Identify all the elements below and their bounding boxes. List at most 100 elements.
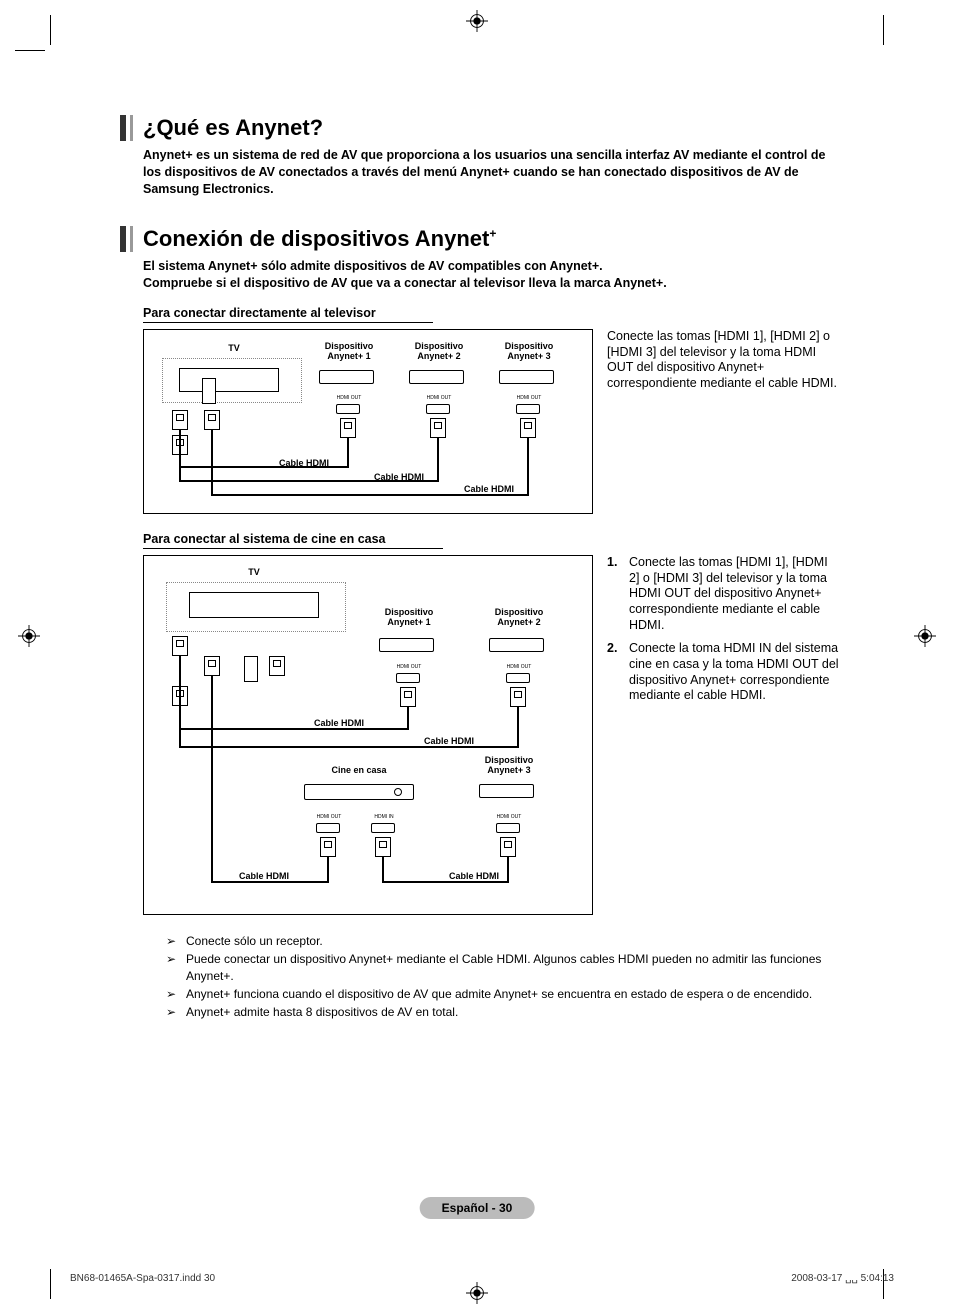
cable-line bbox=[347, 438, 349, 466]
cable-line bbox=[382, 881, 509, 883]
label-cable: Cable HDMI bbox=[374, 472, 424, 482]
footer-timestamp: 2008-03-17 ␣␣ 5:04:13 bbox=[791, 1273, 894, 1284]
heading-superscript: + bbox=[489, 227, 496, 241]
device-icon bbox=[379, 638, 434, 652]
cable-line bbox=[211, 494, 529, 496]
cable-line bbox=[527, 438, 529, 494]
heading-text: Conexión de dispositivos Anynet bbox=[143, 226, 489, 251]
device-icon bbox=[489, 638, 544, 652]
page-number-badge: Español - 30 bbox=[420, 1197, 535, 1219]
cable-line bbox=[179, 746, 519, 748]
label-hdmi-out: HDMI OUT bbox=[514, 395, 544, 401]
side-description: Conecte las tomas [HDMI 1], [HDMI 2] o [… bbox=[607, 329, 840, 514]
hdmi-port-icon bbox=[336, 404, 360, 414]
connector-icon bbox=[340, 418, 356, 438]
cable-line bbox=[179, 728, 409, 730]
cable-line bbox=[211, 430, 213, 494]
label-hdmi-out: HDMI OUT bbox=[314, 814, 344, 820]
footer-filename: BN68-01465A-Spa-0317.indd 30 bbox=[70, 1273, 215, 1284]
label-hdmi-out: HDMI OUT bbox=[504, 664, 534, 670]
label-hdmi-out: HDMI OUT bbox=[494, 814, 524, 820]
section-heading: Conexión de dispositivos Anynet+ bbox=[120, 226, 840, 252]
connector-icon bbox=[172, 636, 188, 656]
connector-icon bbox=[204, 656, 220, 676]
hdmi-port-icon bbox=[426, 404, 450, 414]
side-description: 1. Conecte las tomas [HDMI 1], [HDMI 2] … bbox=[607, 555, 840, 915]
crop-mark bbox=[50, 15, 51, 45]
heading-accent-bar bbox=[130, 115, 133, 141]
list-number: 2. bbox=[607, 641, 629, 704]
list-item: 2. Conecte la toma HDMI IN del sistema c… bbox=[607, 641, 840, 704]
crop-mark bbox=[50, 1269, 51, 1299]
connection-diagram-tv: TV Dispositivo Anynet+ 1 HDMI OUT Dispos… bbox=[143, 329, 593, 514]
device-icon bbox=[499, 370, 554, 384]
intro-paragraph: El sistema Anynet+ sólo admite dispositi… bbox=[143, 258, 840, 292]
label-device: Dispositivo Anynet+ 2 bbox=[409, 342, 469, 362]
heading-accent-bar bbox=[130, 226, 133, 252]
note-text: Conecte sólo un receptor. bbox=[186, 933, 323, 949]
label-device: Dispositivo Anynet+ 3 bbox=[479, 756, 539, 776]
label-cable: Cable HDMI bbox=[314, 718, 364, 728]
cable-line bbox=[407, 707, 409, 728]
note-item: ➢ Anynet+ funciona cuando el dispositivo… bbox=[166, 986, 840, 1002]
hdmi-port-icon bbox=[496, 823, 520, 833]
sub-heading: Para conectar directamente al televisor bbox=[143, 306, 433, 323]
connector-icon bbox=[172, 410, 188, 430]
diagram-row: TV Dispositivo Anynet+ 1 HDMI OUT Dispos… bbox=[143, 555, 840, 915]
note-item: ➢ Conecte sólo un receptor. bbox=[166, 933, 840, 949]
device-icon bbox=[319, 370, 374, 384]
cable-line bbox=[327, 857, 329, 881]
intro-paragraph: Anynet+ es un sistema de red de AV que p… bbox=[143, 147, 840, 198]
label-tv: TV bbox=[234, 568, 274, 578]
heading-accent-bar bbox=[120, 115, 126, 141]
note-item: ➢ Anynet+ admite hasta 8 dispositivos de… bbox=[166, 1004, 840, 1020]
page-content: ¿Qué es Anynet? Anynet+ es un sistema de… bbox=[120, 115, 840, 1022]
label-home-theater: Cine en casa bbox=[319, 766, 399, 776]
label-device: Dispositivo Anynet+ 3 bbox=[499, 342, 559, 362]
arrow-icon: ➢ bbox=[166, 986, 186, 1002]
section-heading: ¿Qué es Anynet? bbox=[120, 115, 840, 141]
cable-line bbox=[437, 438, 439, 480]
port-icon bbox=[202, 378, 216, 404]
label-device: Dispositivo Anynet+ 2 bbox=[489, 608, 549, 628]
footer: BN68-01465A-Spa-0317.indd 30 2008-03-17 … bbox=[70, 1273, 894, 1284]
list-text: Conecte las tomas [HDMI 1], [HDMI 2] o [… bbox=[629, 555, 840, 633]
cable-line bbox=[179, 455, 181, 481]
connector-icon bbox=[269, 656, 285, 676]
device-icon bbox=[409, 370, 464, 384]
sub-heading: Para conectar al sistema de cine en casa bbox=[143, 532, 443, 549]
list-text: Conecte la toma HDMI IN del sistema cine… bbox=[629, 641, 840, 704]
label-tv: TV bbox=[214, 344, 254, 354]
cable-line bbox=[517, 707, 519, 746]
note-text: Anynet+ admite hasta 8 dispositivos de A… bbox=[186, 1004, 458, 1020]
tv-icon bbox=[189, 592, 319, 618]
connector-icon bbox=[375, 837, 391, 857]
crop-mark bbox=[15, 50, 45, 51]
device-icon bbox=[479, 784, 534, 798]
crop-mark bbox=[883, 15, 884, 45]
heading-title: ¿Qué es Anynet? bbox=[143, 115, 323, 141]
label-cable: Cable HDMI bbox=[464, 484, 514, 494]
list-number: 1. bbox=[607, 555, 629, 633]
label-cable: Cable HDMI bbox=[424, 736, 474, 746]
hdmi-port-icon bbox=[316, 823, 340, 833]
hdmi-port-icon bbox=[371, 823, 395, 833]
cable-line bbox=[507, 857, 509, 881]
label-device: Dispositivo Anynet+ 1 bbox=[319, 342, 379, 362]
label-hdmi-out: HDMI OUT bbox=[334, 395, 364, 401]
connector-icon bbox=[320, 837, 336, 857]
connector-icon bbox=[400, 687, 416, 707]
label-cable: Cable HDMI bbox=[449, 871, 499, 881]
arrow-icon: ➢ bbox=[166, 1004, 186, 1020]
cable-line bbox=[179, 706, 181, 746]
label-device: Dispositivo Anynet+ 1 bbox=[379, 608, 439, 628]
hdmi-port-icon bbox=[396, 673, 420, 683]
cable-line bbox=[211, 676, 213, 881]
hdmi-port-icon bbox=[516, 404, 540, 414]
label-hdmi-in: HDMI IN bbox=[369, 814, 399, 820]
hdmi-port-icon bbox=[506, 673, 530, 683]
connector-icon bbox=[204, 410, 220, 430]
label-cable: Cable HDMI bbox=[239, 871, 289, 881]
heading-title: Conexión de dispositivos Anynet+ bbox=[143, 226, 496, 252]
note-text: Puede conectar un dispositivo Anynet+ me… bbox=[186, 951, 840, 983]
